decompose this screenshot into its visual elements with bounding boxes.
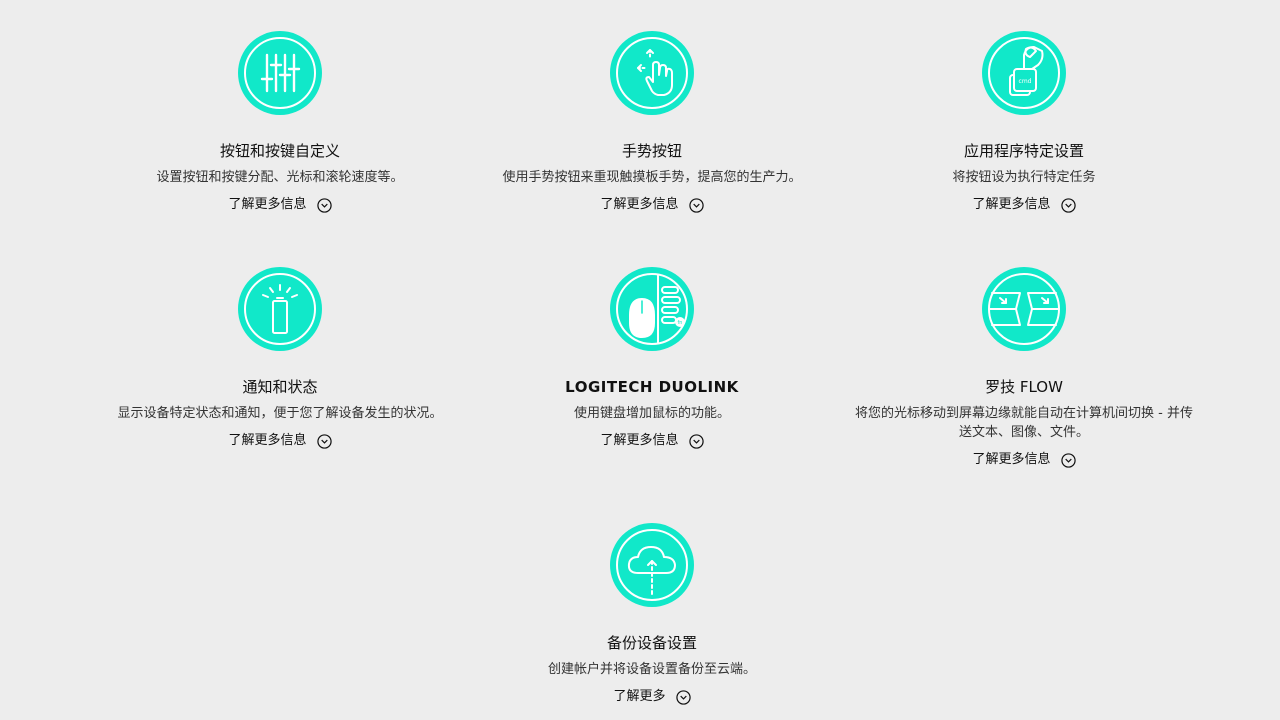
feature-title: 通知和状态 — [242, 378, 318, 396]
svg-text:fn: fn — [678, 320, 683, 326]
feature-title: 备份设备设置 — [606, 634, 697, 652]
feature-title: 罗技 FLOW — [985, 378, 1063, 396]
chevron-down-icon — [688, 197, 704, 213]
battery-icon — [238, 267, 322, 351]
chevron-down-icon — [1060, 452, 1076, 468]
feature-description: 将按钮设为执行特定任务 — [952, 170, 1096, 185]
feature-duolink: fn LOGITECH DUOLINK 使用键盘增加鼠标的功能。 了解更多信息 — [466, 267, 838, 450]
learn-more-label: 了解更多信息 — [228, 197, 307, 212]
chevron-down-icon — [1060, 197, 1076, 213]
learn-more-link[interactable]: 了解更多信息 — [600, 196, 704, 214]
chevron-down-icon — [688, 433, 704, 449]
sliders-icon — [238, 31, 322, 115]
learn-more-link[interactable]: 了解更多信息 — [600, 432, 704, 450]
feature-button-customization: 按钮和按键自定义 设置按钮和按键分配、光标和滚轮速度等。 了解更多信息 — [94, 31, 466, 214]
mouse-keyboard-icon: fn — [610, 267, 694, 351]
feature-description: 创建帐户并将设备设置备份至云端。 — [547, 662, 756, 677]
feature-notifications-status: 通知和状态 显示设备特定状态和通知，便于您了解设备发生的状况。 了解更多信息 — [94, 267, 466, 450]
feature-description: 使用键盘增加鼠标的功能。 — [573, 406, 730, 421]
flow-screens-icon — [982, 267, 1066, 351]
feature-title: 手势按钮 — [621, 142, 682, 160]
learn-more-link[interactable]: 了解更多 — [613, 688, 691, 706]
chevron-down-icon — [316, 433, 332, 449]
learn-more-label: 了解更多信息 — [600, 433, 679, 448]
feature-title: LOGITECH DUOLINK — [565, 378, 739, 396]
feature-title: 按钮和按键自定义 — [219, 142, 340, 160]
learn-more-link[interactable]: 了解更多信息 — [228, 432, 332, 450]
feature-flow: 罗技 FLOW 将您的光标移动到屏幕边缘就能自动在计算机间切换 - 并传送文本、… — [838, 267, 1210, 469]
learn-more-label: 了解更多信息 — [600, 197, 679, 212]
feature-backup-settings: 备份设备设置 创建帐户并将设备设置备份至云端。 了解更多 — [466, 523, 838, 706]
feature-description: 显示设备特定状态和通知，便于您了解设备发生的状况。 — [117, 406, 443, 421]
feature-description: 将您的光标移动到屏幕边缘就能自动在计算机间切换 - 并传送文本、图像、文件。 — [855, 406, 1193, 440]
hand-gesture-icon — [610, 31, 694, 115]
feature-title: 应用程序特定设置 — [963, 142, 1084, 160]
learn-more-label: 了解更多信息 — [972, 452, 1051, 467]
learn-more-link[interactable]: 了解更多信息 — [972, 451, 1076, 469]
feature-description: 使用手势按钮来重现触摸板手势，提高您的生产力。 — [502, 170, 802, 185]
feature-app-specific-settings: cmd 应用程序特定设置 将按钮设为执行特定任务 了解更多信息 — [838, 31, 1210, 214]
learn-more-label: 了解更多信息 — [228, 433, 307, 448]
svg-text:cmd: cmd — [1019, 78, 1032, 85]
learn-more-link[interactable]: 了解更多信息 — [972, 196, 1076, 214]
learn-more-label: 了解更多信息 — [972, 197, 1051, 212]
chevron-down-icon — [675, 689, 691, 705]
feature-gesture-button: 手势按钮 使用手势按钮来重现触摸板手势，提高您的生产力。 了解更多信息 — [466, 31, 838, 214]
learn-more-link[interactable]: 了解更多信息 — [228, 196, 332, 214]
learn-more-label: 了解更多 — [613, 689, 666, 704]
cmd-key-icon: cmd — [982, 31, 1066, 115]
cloud-upload-icon — [610, 523, 694, 607]
chevron-down-icon — [316, 197, 332, 213]
feature-description: 设置按钮和按键分配、光标和滚轮速度等。 — [156, 170, 404, 185]
